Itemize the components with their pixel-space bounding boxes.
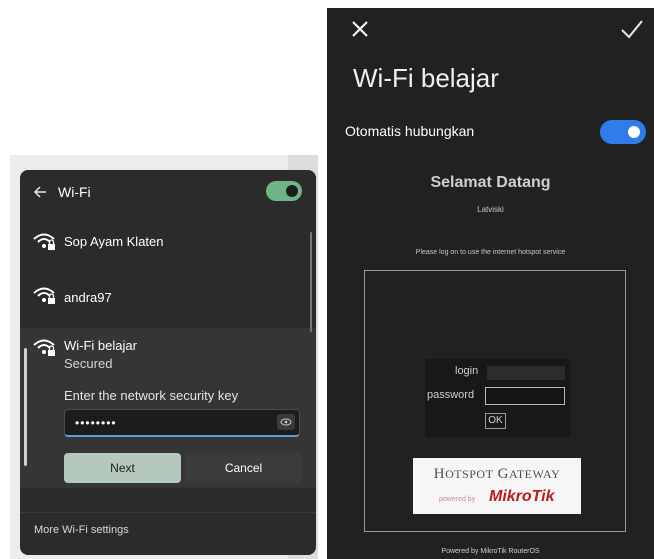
partial-network-icon (34, 498, 56, 508)
auto-connect-toggle[interactable] (600, 120, 646, 144)
powered-by-text: powered by (439, 496, 476, 503)
network-item[interactable]: andra97 (20, 276, 310, 326)
divider (20, 512, 316, 513)
auto-connect-label: Otomatis hubungkan (345, 123, 475, 139)
wifi-locked-icon (33, 287, 55, 304)
security-key-value: •••••••• (75, 416, 117, 430)
hotspot-logo-title: HOTSPOT GATEWAY (433, 466, 561, 482)
security-key-label: Enter the network security key (64, 388, 239, 403)
cancel-button[interactable]: Cancel (185, 453, 302, 483)
wifi-locked-icon (33, 233, 55, 250)
more-wifi-settings-link[interactable]: More Wi-Fi settings (34, 524, 129, 536)
wifi-toggle-knob (286, 185, 298, 197)
toggle-knob (628, 126, 640, 138)
reveal-password-icon[interactable] (277, 414, 295, 430)
security-key-input[interactable]: •••••••• (64, 409, 300, 437)
password-label: password (427, 389, 475, 401)
login-notice: Please log on to use the internet hotspo… (415, 249, 566, 256)
selected-network-status: Secured (64, 356, 113, 371)
flyout-header: Wi-Fi (20, 170, 316, 216)
network-name: Sop Ayam Klaten (64, 234, 164, 249)
login-form: login password OK (425, 359, 570, 437)
login-input[interactable] (487, 366, 565, 380)
selected-network-name: Wi-Fi belajar (64, 338, 137, 353)
close-icon[interactable] (347, 16, 375, 44)
back-arrow-icon[interactable] (32, 182, 48, 202)
password-input[interactable] (485, 387, 565, 405)
ok-button[interactable]: OK (485, 413, 506, 429)
scroll-indicator (24, 348, 27, 466)
mikrotik-logo: MikroTik (489, 488, 555, 505)
network-title: Wi-Fi belajar (353, 63, 499, 93)
next-button[interactable]: Next (64, 453, 181, 483)
welcome-heading: Selamat Datang (430, 174, 551, 191)
network-name: andra97 (64, 290, 112, 305)
hotspot-gateway-logo: HOTSPOT GATEWAY powered by MikroTik (413, 458, 581, 514)
scrollbar[interactable] (310, 232, 312, 332)
check-icon[interactable] (619, 14, 645, 44)
login-label: login (455, 365, 479, 377)
wifi-flyout: Wi-Fi Sop Ayam Klaten andra97 Wi-Fi bela… (20, 170, 316, 555)
flyout-title: Wi-Fi (58, 184, 91, 200)
selected-network: Wi-Fi belajar Secured Enter the network … (20, 328, 316, 488)
wifi-locked-icon (33, 339, 55, 356)
login-frame: login password OK HOTSPOT GATEWAY powere… (364, 270, 626, 532)
language-link[interactable]: Latviski (327, 205, 654, 214)
wifi-toggle[interactable] (266, 181, 302, 201)
footer-text: Powered by MikroTik RouterOS (441, 548, 540, 555)
hotspot-login-screen: Wi-Fi belajar Otomatis hubungkan Selamat… (327, 8, 654, 559)
network-item[interactable]: Sop Ayam Klaten (20, 222, 310, 272)
